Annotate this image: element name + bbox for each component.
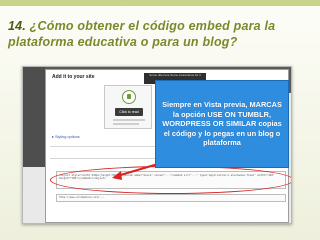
slide-title-number: 14. (8, 19, 26, 33)
slide-title: 14. ¿Cómo obtener el código embed para l… (8, 18, 308, 50)
preview-header-text: Some title here Some instructions for it (149, 73, 201, 77)
styling-options-link[interactable]: ▸ Styling options (52, 134, 80, 139)
red-highlight-oval (50, 166, 291, 194)
callout-text: Siempre en Vista previa, MARCAS la opció… (162, 100, 282, 148)
top-stripe (0, 0, 320, 6)
click-to-read-button[interactable]: Click to read (115, 108, 143, 116)
dialog-title: Add it to your site (52, 74, 95, 80)
background-sidebar (23, 67, 45, 167)
slide-title-text: ¿Cómo obtener el código embed para la pl… (8, 19, 276, 49)
preview-line (113, 123, 139, 125)
logo-icon (122, 90, 136, 104)
url-field[interactable]: http://www.slideshare.net/... (56, 194, 286, 202)
instruction-callout: Siempre en Vista previa, MARCAS la opció… (155, 80, 289, 168)
preview-card: Click to read (104, 85, 152, 129)
preview-line (113, 119, 145, 121)
